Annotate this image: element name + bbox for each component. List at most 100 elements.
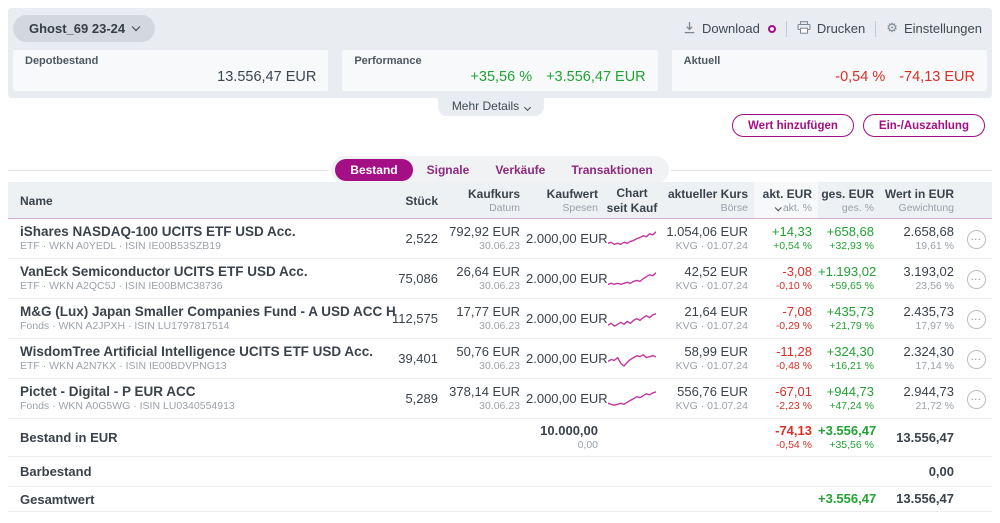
summary-label: Gesamtwert xyxy=(8,492,386,507)
header-band: Ghost_69 23-24 Download Drucken xyxy=(8,8,992,98)
position-name-cell[interactable]: iShares NASDAQ-100 UCITS ETF USD Acc. ET… xyxy=(8,224,386,253)
download-icon xyxy=(683,21,696,37)
card-depotbestand: Depotbestand 13.556,47 EUR xyxy=(13,50,328,91)
position-meta: ETF · WKN A2N7KX · ISIN IE00BDVPNG13 xyxy=(20,360,382,373)
download-button[interactable]: Download xyxy=(683,21,776,37)
position-name-cell[interactable]: M&G (Lux) Japan Smaller Companies Fund -… xyxy=(8,304,386,333)
buy-price-cell: 378,14 EUR30.06.23 xyxy=(444,384,526,413)
table-row: M&G (Lux) Japan Smaller Companies Fund -… xyxy=(8,299,992,339)
row-menu-button[interactable]: … xyxy=(967,270,986,289)
positions-table: Name Stück KaufkursDatum KaufwertSpesen … xyxy=(8,182,992,512)
summary-total-change: +3.556,47 xyxy=(818,491,880,507)
col-ges-eur[interactable]: ges. EURges. % xyxy=(818,185,880,215)
price-cell: 42,52 EURKVG · 01.07.24 xyxy=(660,264,754,293)
row-menu-button[interactable]: … xyxy=(967,230,986,249)
price-cell: 556,76 EURKVG · 01.07.24 xyxy=(660,384,754,413)
menu-cell: … xyxy=(960,268,992,289)
menu-cell: … xyxy=(960,228,992,249)
buy-price-cell: 50,76 EUR30.06.23 xyxy=(444,344,526,373)
table-row: Pictet - Digital - P EUR ACC Fonds · WKN… xyxy=(8,379,992,419)
table-row: VanEck Semiconductor UCITS ETF USD Acc. … xyxy=(8,259,992,299)
price-cell: 58,99 EURKVG · 01.07.24 xyxy=(660,344,754,373)
summary-total-change: +3.556,47+35,56 % xyxy=(818,423,880,452)
position-name[interactable]: Pictet - Digital - P EUR ACC xyxy=(20,384,382,400)
tabs-bar: Bestand Signale Verkäufe Transaktionen xyxy=(8,156,992,184)
qty-cell: 5,289 xyxy=(386,391,444,407)
more-details-button[interactable]: Mehr Details xyxy=(438,98,544,116)
col-kaufkurs[interactable]: KaufkursDatum xyxy=(444,185,526,215)
tab-verkaeufe[interactable]: Verkäufe xyxy=(483,160,557,180)
chevron-down-icon xyxy=(132,23,140,31)
settings-button[interactable]: ⚙ Einstellungen xyxy=(886,21,982,36)
divider xyxy=(875,21,876,37)
day-change-cell: -67,01-2,23 % xyxy=(754,384,818,413)
day-change-cell: -3,08-0,10 % xyxy=(754,264,818,293)
value-cell: 2.435,7317,97 % xyxy=(880,304,960,333)
col-aktueller-kurs[interactable]: aktueller KursBörse xyxy=(660,185,754,215)
position-name-cell[interactable]: VanEck Semiconductor UCITS ETF USD Acc. … xyxy=(8,264,386,293)
settings-label: Einstellungen xyxy=(904,21,982,36)
portfolio-selector[interactable]: Ghost_69 23-24 xyxy=(13,15,155,42)
aktuell-value: -74,13 EUR xyxy=(899,69,975,85)
col-akt-eur[interactable]: akt. EURakt. % xyxy=(754,182,818,218)
tab-transaktionen[interactable]: Transaktionen xyxy=(559,160,664,180)
total-change-cell: +1.193,02+59,65 % xyxy=(818,264,880,293)
tab-bestand[interactable]: Bestand xyxy=(335,159,412,181)
sparkline-chart xyxy=(604,267,660,291)
day-change-cell: +14,33+0,54 % xyxy=(754,224,818,253)
position-meta: Fonds · WKN A0G5WG · ISIN LU0340554913 xyxy=(20,400,382,413)
buy-value-cell: 2.000,00 EUR xyxy=(526,391,604,407)
card-performance: Performance +35,56 %+3.556,47 EUR xyxy=(342,50,657,91)
day-change-cell: -7,08-0,29 % xyxy=(754,304,818,333)
position-name[interactable]: WisdomTree Artificial Intelligence UCITS… xyxy=(20,344,382,360)
table-header-row: Name Stück KaufkursDatum KaufwertSpesen … xyxy=(8,182,992,219)
row-menu-button[interactable]: … xyxy=(967,350,986,369)
summary-label: Barbestand xyxy=(8,464,386,479)
buy-value-cell: 2.000,00 EUR xyxy=(526,271,604,287)
position-name[interactable]: M&G (Lux) Japan Smaller Companies Fund -… xyxy=(20,304,382,320)
col-wert-eur[interactable]: Wert in EURGewichtung xyxy=(880,185,960,215)
row-menu-button[interactable]: … xyxy=(967,390,986,409)
position-name-cell[interactable]: Pictet - Digital - P EUR ACC Fonds · WKN… xyxy=(8,384,386,413)
col-kaufwert[interactable]: KaufwertSpesen xyxy=(526,185,604,215)
tab-signale[interactable]: Signale xyxy=(415,160,482,180)
position-name-cell[interactable]: WisdomTree Artificial Intelligence UCITS… xyxy=(8,344,386,373)
position-name[interactable]: VanEck Semiconductor UCITS ETF USD Acc. xyxy=(20,264,382,280)
aktuell-pct: -0,54 % xyxy=(835,69,885,85)
qty-cell: 75,086 xyxy=(386,271,444,287)
print-label: Drucken xyxy=(817,21,865,36)
col-chart[interactable]: Chartseit Kauf xyxy=(604,184,660,216)
summary-row-gesamtwert: Gesamtwert +3.556,47 13.556,47 xyxy=(8,487,992,512)
download-label: Download xyxy=(702,21,760,36)
menu-cell: … xyxy=(960,348,992,369)
position-meta: ETF · WKN A0YEDL · ISIN IE00B53SZB19 xyxy=(20,240,382,253)
value-cell: 3.193,0223,56 % xyxy=(880,264,960,293)
buy-value-cell: 2.000,00 EUR xyxy=(526,231,604,247)
summary-day-change: -74,13-0,54 % xyxy=(754,423,818,452)
position-name[interactable]: iShares NASDAQ-100 UCITS ETF USD Acc. xyxy=(20,224,382,240)
portfolio-page: Ghost_69 23-24 Download Drucken xyxy=(0,0,1000,523)
table-row: iShares NASDAQ-100 UCITS ETF USD Acc. ET… xyxy=(8,219,992,259)
col-menu xyxy=(960,199,992,201)
day-change-cell: -11,28-0,48 % xyxy=(754,344,818,373)
col-name[interactable]: Name xyxy=(8,192,386,209)
payment-button[interactable]: Ein-/Auszahlung xyxy=(863,114,985,137)
row-menu-button[interactable]: … xyxy=(967,310,986,329)
qty-cell: 2,522 xyxy=(386,231,444,247)
value-cell: 2.658,6819,61 % xyxy=(880,224,960,253)
summary-value: 13.556,47 xyxy=(880,430,960,446)
menu-cell: … xyxy=(960,388,992,409)
value-cell: 2.324,3017,14 % xyxy=(880,344,960,373)
card-label: Depotbestand xyxy=(25,55,316,67)
col-stueck[interactable]: Stück xyxy=(386,192,444,209)
total-change-cell: +658,68+32,93 % xyxy=(818,224,880,253)
add-value-button[interactable]: Wert hinzufügen xyxy=(732,114,854,137)
summary-value: 0,00 xyxy=(880,464,960,480)
depot-value: 13.556,47 EUR xyxy=(25,69,316,85)
divider xyxy=(786,21,787,37)
print-button[interactable]: Drucken xyxy=(797,21,865,37)
summary-row-barbestand: Barbestand 0,00 xyxy=(8,457,992,487)
card-aktuell: Aktuell -0,54 %-74,13 EUR xyxy=(672,50,987,91)
buy-price-cell: 17,77 EUR30.06.23 xyxy=(444,304,526,333)
printer-icon xyxy=(797,21,811,37)
